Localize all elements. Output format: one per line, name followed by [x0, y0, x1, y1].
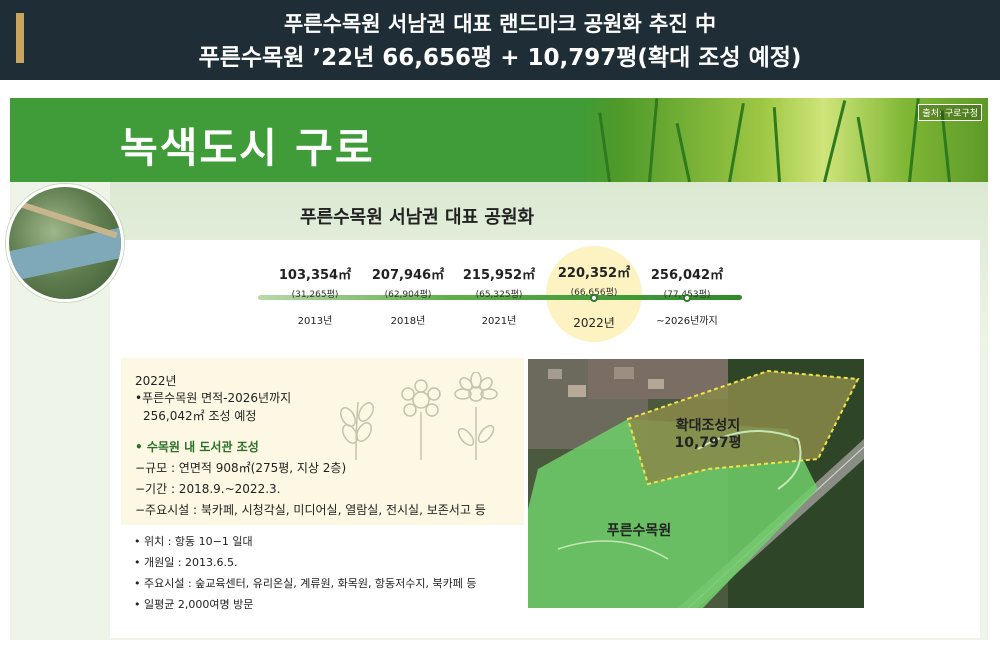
timeline-area: 256,042㎡ — [650, 268, 724, 283]
aerial-map: 확대조성지 10,797평 푸른수목원 — [528, 359, 864, 608]
slide-header: 녹색도시 구로 출처: 구로구청 — [10, 98, 988, 182]
timeline-dot-2022 — [590, 294, 598, 302]
info-area-value: 256,042㎡ 조성 예정 — [143, 409, 257, 423]
fact-visitors: • 일평균 2,000여명 방문 — [134, 598, 254, 611]
timeline-year: 2021년 — [481, 316, 517, 327]
info-period: −기간 : 2018.9.~2022.3. — [135, 482, 281, 496]
library-info-box: 2022년 •푸른수목원 면적-2026년까지 256,042㎡ 조성 예정 •… — [121, 358, 524, 525]
aerial-map-drawing — [528, 359, 864, 608]
map-park-label: 푸른수목원 — [606, 523, 672, 539]
info-facilities: −주요시설 : 북카페, 시청각실, 미디어실, 열람실, 전시실, 보존서고 … — [135, 503, 486, 517]
fact-facilities: • 주요시설 : 숲교육센터, 유리온실, 계류원, 화목원, 항동저수지, 북… — [134, 577, 477, 590]
source-credit: 출처: 구로구청 — [918, 104, 982, 121]
info-year: 2022년 — [135, 374, 177, 388]
flower-illustration-icon — [340, 372, 498, 461]
info-area-plan: •푸른수목원 면적-2026년까지 — [135, 391, 292, 405]
timeline-area: 215,952㎡ — [462, 268, 536, 283]
fact-opened: • 개원일 : 2013.6.5. — [134, 556, 238, 569]
timeline-pyeong: (65,325평) — [475, 290, 523, 300]
arboretum-photo — [6, 184, 124, 302]
banner-headline: 푸른수목원 서남권 대표 랜드마크 공원화 추진 中 — [284, 12, 716, 36]
banner-subheadline: 푸른수목원 ’22년 66,656평 + 10,797평(확대 조성 예정) — [198, 45, 802, 71]
fact-location: • 위치 : 항동 10−1 일대 — [134, 535, 253, 548]
timeline-year: ~2026년까지 — [656, 316, 718, 327]
banner-accent-bar — [16, 13, 24, 63]
info-library-title: • 수목원 내 도서관 조성 — [135, 440, 259, 454]
top-banner: 푸른수목원 서남권 대표 랜드마크 공원화 추진 中 푸른수목원 ’22년 66… — [0, 0, 1000, 80]
info-scale: −규모 : 연면적 908㎡(275평, 지상 2층) — [135, 461, 347, 475]
timeline-item-2021: 215,952㎡ (65,325평) 2021년 — [444, 264, 554, 327]
slide-title: 녹색도시 구로 — [120, 124, 375, 172]
section-title: 푸른수목원 서남권 대표 공원화 — [300, 207, 535, 228]
timeline-dot-2026 — [683, 294, 691, 302]
map-expansion-area: 10,797평 — [674, 435, 742, 451]
